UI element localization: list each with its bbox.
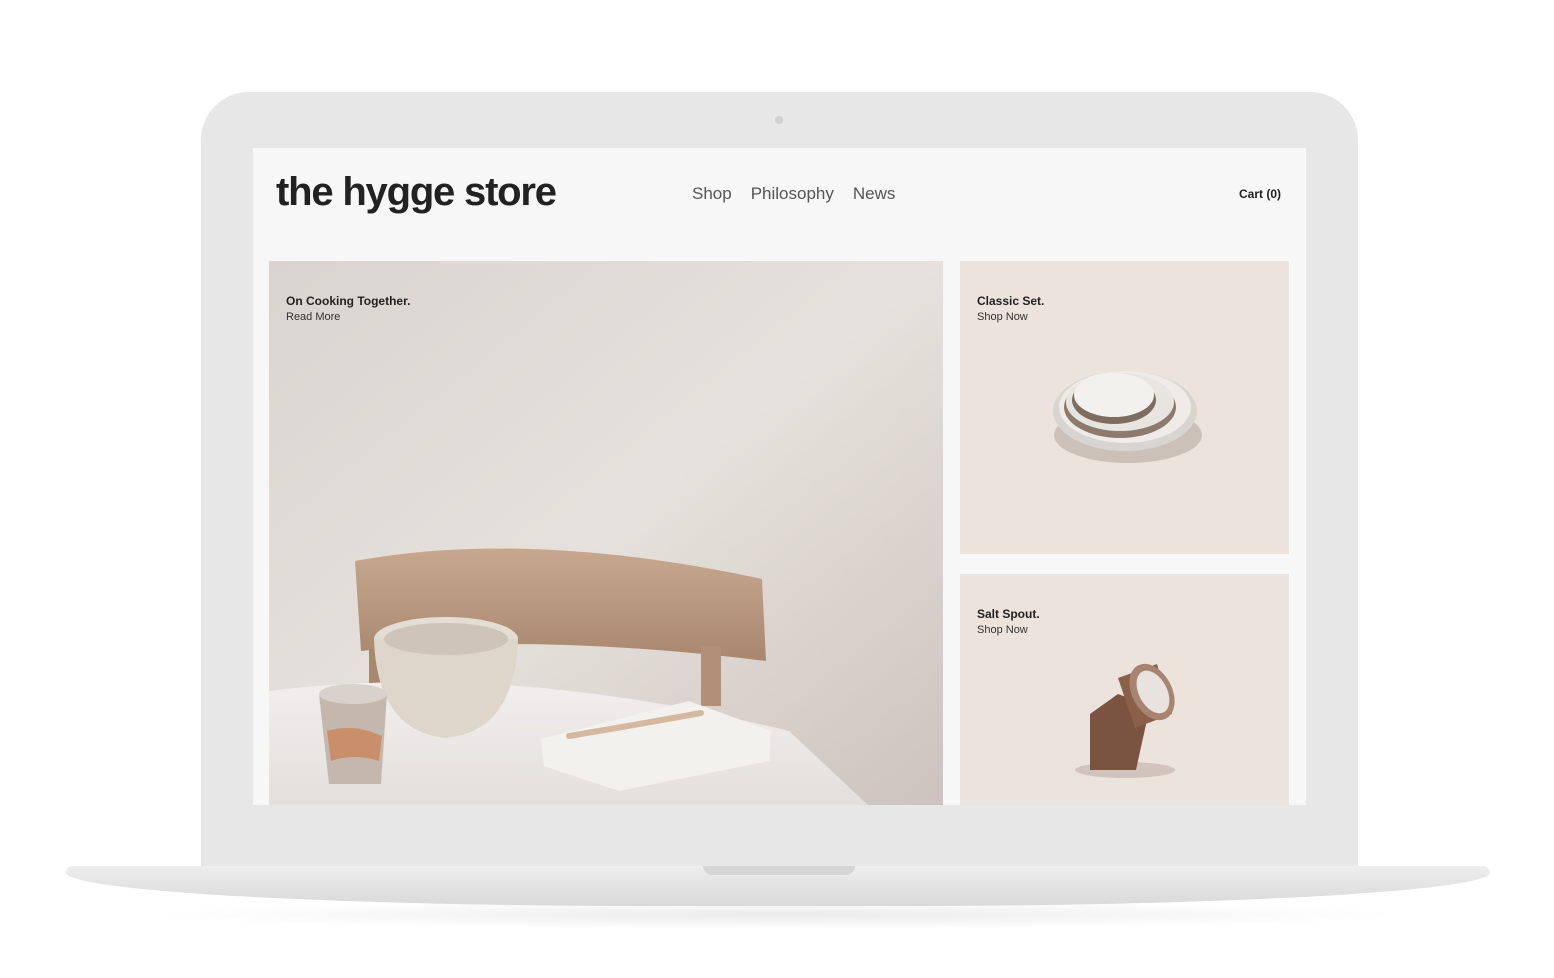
shop-now-link[interactable]: Shop Now	[977, 624, 1040, 636]
laptop-notch	[703, 866, 855, 875]
nav-item-philosophy[interactable]: Philosophy	[751, 184, 834, 204]
hero-title: On Cooking Together.	[286, 294, 411, 308]
camera-dot	[775, 116, 783, 124]
cart-link[interactable]: Cart (0)	[1239, 187, 1281, 201]
main-nav: Shop Philosophy News	[692, 184, 895, 204]
laptop-screen: the hygge store Shop Philosophy News Car…	[253, 148, 1306, 805]
product-caption: Salt Spout. Shop Now	[977, 607, 1040, 636]
hero-image	[269, 261, 943, 805]
hero-caption: On Cooking Together. Read More	[286, 294, 410, 323]
nav-item-news[interactable]: News	[853, 184, 896, 204]
shop-now-link[interactable]: Shop Now	[977, 311, 1044, 323]
hero-read-more-link[interactable]: Read More	[286, 311, 410, 323]
hero-card[interactable]: On Cooking Together. Read More	[269, 261, 943, 805]
product-card-salt-spout[interactable]: Salt Spout. Shop Now	[960, 574, 1289, 805]
site-logo[interactable]: the hygge store	[276, 170, 557, 215]
nav-item-shop[interactable]: Shop	[692, 184, 732, 204]
product-caption: Classic Set. Shop Now	[977, 294, 1044, 323]
product-card-classic-set[interactable]: Classic Set. Shop Now	[960, 261, 1289, 554]
product-title: Classic Set.	[977, 294, 1045, 308]
product-title: Salt Spout.	[977, 607, 1040, 621]
